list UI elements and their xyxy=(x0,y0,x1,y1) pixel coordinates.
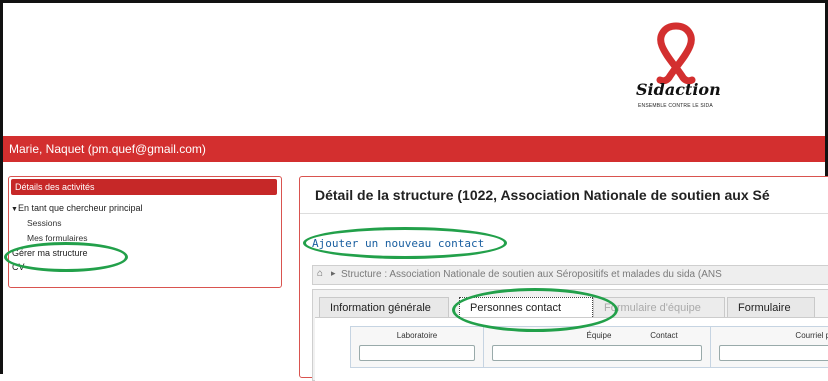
annotation-circle-manage-structure xyxy=(4,242,128,272)
filter-email-input[interactable] xyxy=(719,345,828,361)
contacts-grid-header: Laboratoire Équipe Contact Courriel prin xyxy=(350,326,828,368)
tab-label: Information générale xyxy=(330,302,431,314)
column-email: Courriel prin xyxy=(711,327,828,367)
collapse-triangle-icon: ▼ xyxy=(11,206,18,213)
column-equipe-contact: Équipe Contact xyxy=(484,327,711,367)
user-bar: Marie, Naquet (pm.quef@gmail.com) xyxy=(3,136,825,162)
activities-panel-title: Détails des activités xyxy=(15,182,95,192)
tab-form[interactable]: Formulaire xyxy=(727,297,815,318)
user-identity: Marie, Naquet (pm.quef@gmail.com) xyxy=(9,142,206,156)
chevron-right-icon: ▸ xyxy=(331,268,336,278)
page-title: Détail de la structure (1022, Associatio… xyxy=(315,187,770,203)
role-item[interactable]: ▼En tant que chercheur principal xyxy=(11,203,143,213)
frame-border-left xyxy=(0,0,3,374)
screenshot-frame: Sidaction ENSEMBLE CONTRE LE SIDA Marie,… xyxy=(0,0,828,381)
red-ribbon-icon xyxy=(656,22,696,84)
nav-item-sessions[interactable]: Sessions xyxy=(27,218,62,228)
title-divider xyxy=(300,213,828,214)
sidaction-logo: Sidaction ENSEMBLE CONTRE LE SIDA xyxy=(630,20,726,116)
role-label: En tant que chercheur principal xyxy=(17,203,143,213)
tab-label: Formulaire xyxy=(738,302,791,314)
annotation-circle-add-contact xyxy=(303,227,507,259)
column-label: Contact xyxy=(650,331,678,340)
brand-tagline: ENSEMBLE CONTRE LE SIDA xyxy=(638,103,713,109)
home-icon[interactable]: ⌂ xyxy=(317,268,323,279)
column-label: Courriel prin xyxy=(795,331,828,340)
structure-detail-panel: Détail de la structure (1022, Associatio… xyxy=(299,176,828,381)
filter-lab-input[interactable] xyxy=(359,345,475,361)
tab-general-info[interactable]: Information générale xyxy=(319,297,449,318)
breadcrumb-structure[interactable]: Structure : Association Nationale de sou… xyxy=(341,269,722,280)
column-laboratoire: Laboratoire xyxy=(351,327,484,367)
annotation-circle-contacts-tab xyxy=(452,288,618,332)
activities-panel-header: Détails des activités xyxy=(11,179,277,195)
tab-label: Formulaire d'équipe xyxy=(604,302,701,314)
brand-name: Sidaction xyxy=(636,80,721,99)
breadcrumb: ⌂ ▸ Structure : Association Nationale de… xyxy=(312,265,828,285)
column-label: Laboratoire xyxy=(396,331,438,340)
frame-border-top xyxy=(0,0,828,3)
filter-team-input[interactable] xyxy=(492,345,702,361)
